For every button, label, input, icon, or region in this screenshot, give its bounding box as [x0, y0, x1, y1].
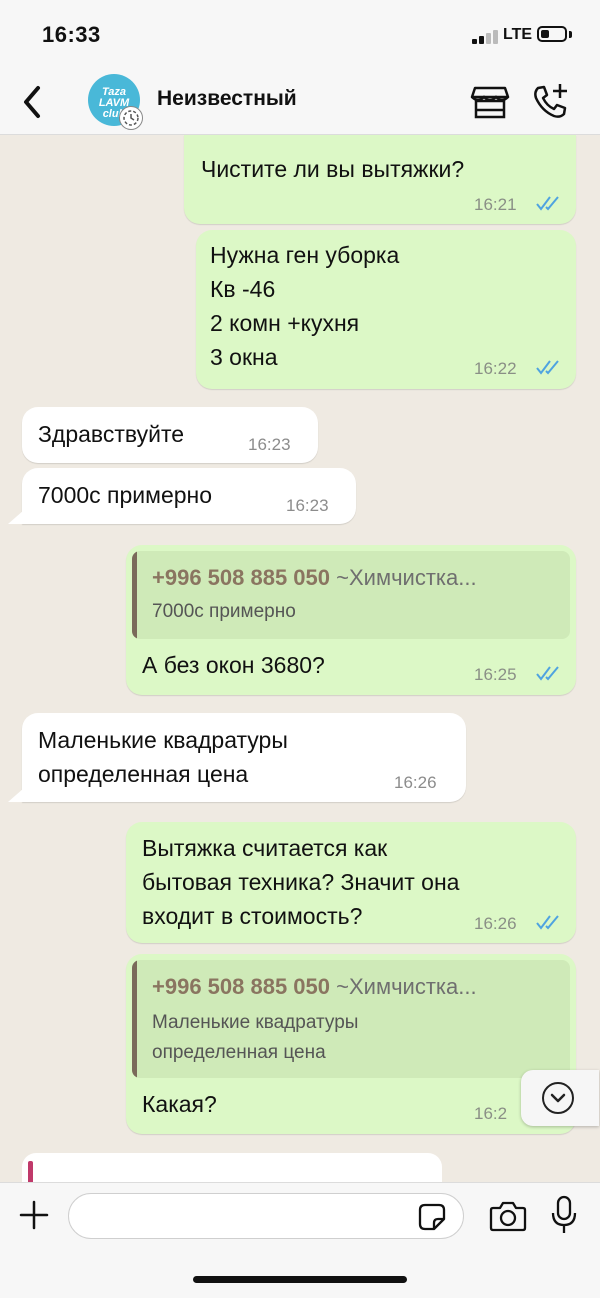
camera-button[interactable]	[488, 1199, 528, 1233]
message-time: 16:23	[286, 496, 329, 515]
status-bar: 16:33 LTE	[0, 0, 600, 70]
camera-icon	[489, 1201, 527, 1232]
read-ticks-icon	[536, 666, 559, 681]
clock-icon	[119, 106, 143, 130]
message-bubble-outgoing[interactable]: Нужна ген уборка Кв -46 2 комн +кухня 3 …	[196, 230, 576, 389]
bubble-tail	[8, 510, 24, 524]
read-ticks-icon	[536, 915, 559, 930]
quote-bar	[132, 551, 137, 639]
battery-icon	[537, 26, 567, 42]
quoted-message[interactable]: +996 508 885 050 ~Химчистка... 7000с при…	[132, 551, 570, 639]
quote-text: 7000с примерно	[152, 601, 296, 622]
network-label: LTE	[503, 26, 533, 43]
message-bubble-incoming-partial[interactable]	[22, 1153, 442, 1182]
home-indicator[interactable]	[193, 1276, 407, 1283]
message-text: Какая?	[142, 1091, 217, 1117]
chat-header: Taza LAVM club Неизвестный	[0, 70, 600, 135]
battery-cap	[569, 31, 572, 38]
quote-text: Маленькие квадратуры определенная цена	[152, 1012, 359, 1063]
quote-author-group: ~Химчистка...	[336, 974, 477, 999]
quoted-message[interactable]: +996 508 885 050 ~Химчистка... Маленькие…	[132, 960, 570, 1078]
message-bubble-outgoing[interactable]: +996 508 885 050 ~Химчистка... 7000с при…	[126, 545, 576, 695]
status-time: 16:33	[42, 22, 101, 47]
message-time: 16:26	[474, 914, 517, 933]
add-call-icon[interactable]	[530, 82, 570, 120]
message-input[interactable]	[68, 1193, 464, 1239]
chevron-down-icon	[542, 1082, 574, 1114]
message-text: А без окон 3680?	[142, 652, 325, 678]
chat-area[interactable]: Чистите ли вы вытяжки? 16:21 Нужна ген у…	[0, 135, 600, 1182]
message-text: 7000с примерно	[38, 482, 213, 508]
sticker-button[interactable]	[417, 1202, 447, 1232]
message-text: Здравствуйте	[38, 421, 185, 447]
back-button[interactable]	[14, 80, 54, 124]
message-text: Нужна ген уборка Кв -46 2 комн +кухня 3 …	[210, 242, 400, 370]
plus-icon	[19, 1200, 49, 1230]
message-time: 16:21	[474, 195, 517, 214]
chevron-left-icon	[24, 86, 40, 118]
microphone-icon	[551, 1195, 577, 1233]
scroll-to-bottom-button[interactable]	[521, 1070, 599, 1126]
message-time: 16:23	[248, 435, 291, 454]
message-text: Чистите ли вы вытяжки?	[201, 156, 465, 182]
message-bubble-outgoing[interactable]: Чистите ли вы вытяжки? 16:21	[184, 135, 576, 224]
message-text: Вытяжка считается как бытовая техника? З…	[142, 835, 460, 929]
quote-author: +996 508 885 050 ~Химчистка...	[152, 565, 477, 591]
quote-bar	[28, 1161, 33, 1182]
quote-author-group: ~Химчистка...	[336, 565, 477, 590]
quote-author-phone: +996 508 885 050	[152, 565, 331, 590]
catalog-store-icon[interactable]	[470, 84, 510, 120]
quote-author-phone: +996 508 885 050	[152, 974, 331, 999]
read-ticks-icon	[536, 360, 559, 375]
microphone-button[interactable]	[549, 1195, 579, 1235]
message-bubble-incoming[interactable]: Маленькие квадратуры определенная цена 1…	[22, 713, 466, 802]
contact-name[interactable]: Неизвестный	[157, 87, 297, 111]
quote-author: +996 508 885 050 ~Химчистка...	[152, 974, 477, 1000]
message-time: 16:26	[394, 773, 437, 792]
attach-plus-button[interactable]	[16, 1197, 52, 1233]
message-time: 16:22	[474, 359, 517, 378]
message-time: 16:2	[474, 1104, 508, 1123]
read-ticks-icon	[536, 196, 559, 211]
message-text: Маленькие квадратуры определенная цена	[38, 727, 288, 787]
quote-bar	[132, 960, 137, 1078]
sticker-icon	[418, 1203, 446, 1231]
message-bubble-incoming[interactable]: Здравствуйте 16:23	[22, 407, 318, 463]
message-bubble-outgoing[interactable]: Вытяжка считается как бытовая техника? З…	[126, 822, 576, 943]
message-time: 16:25	[474, 665, 517, 684]
bubble-tail	[8, 788, 24, 802]
message-bubble-incoming[interactable]: 7000с примерно 16:23	[22, 468, 356, 524]
signal-icon	[472, 30, 500, 44]
message-bubble-outgoing[interactable]: +996 508 885 050 ~Химчистка... Маленькие…	[126, 954, 576, 1134]
